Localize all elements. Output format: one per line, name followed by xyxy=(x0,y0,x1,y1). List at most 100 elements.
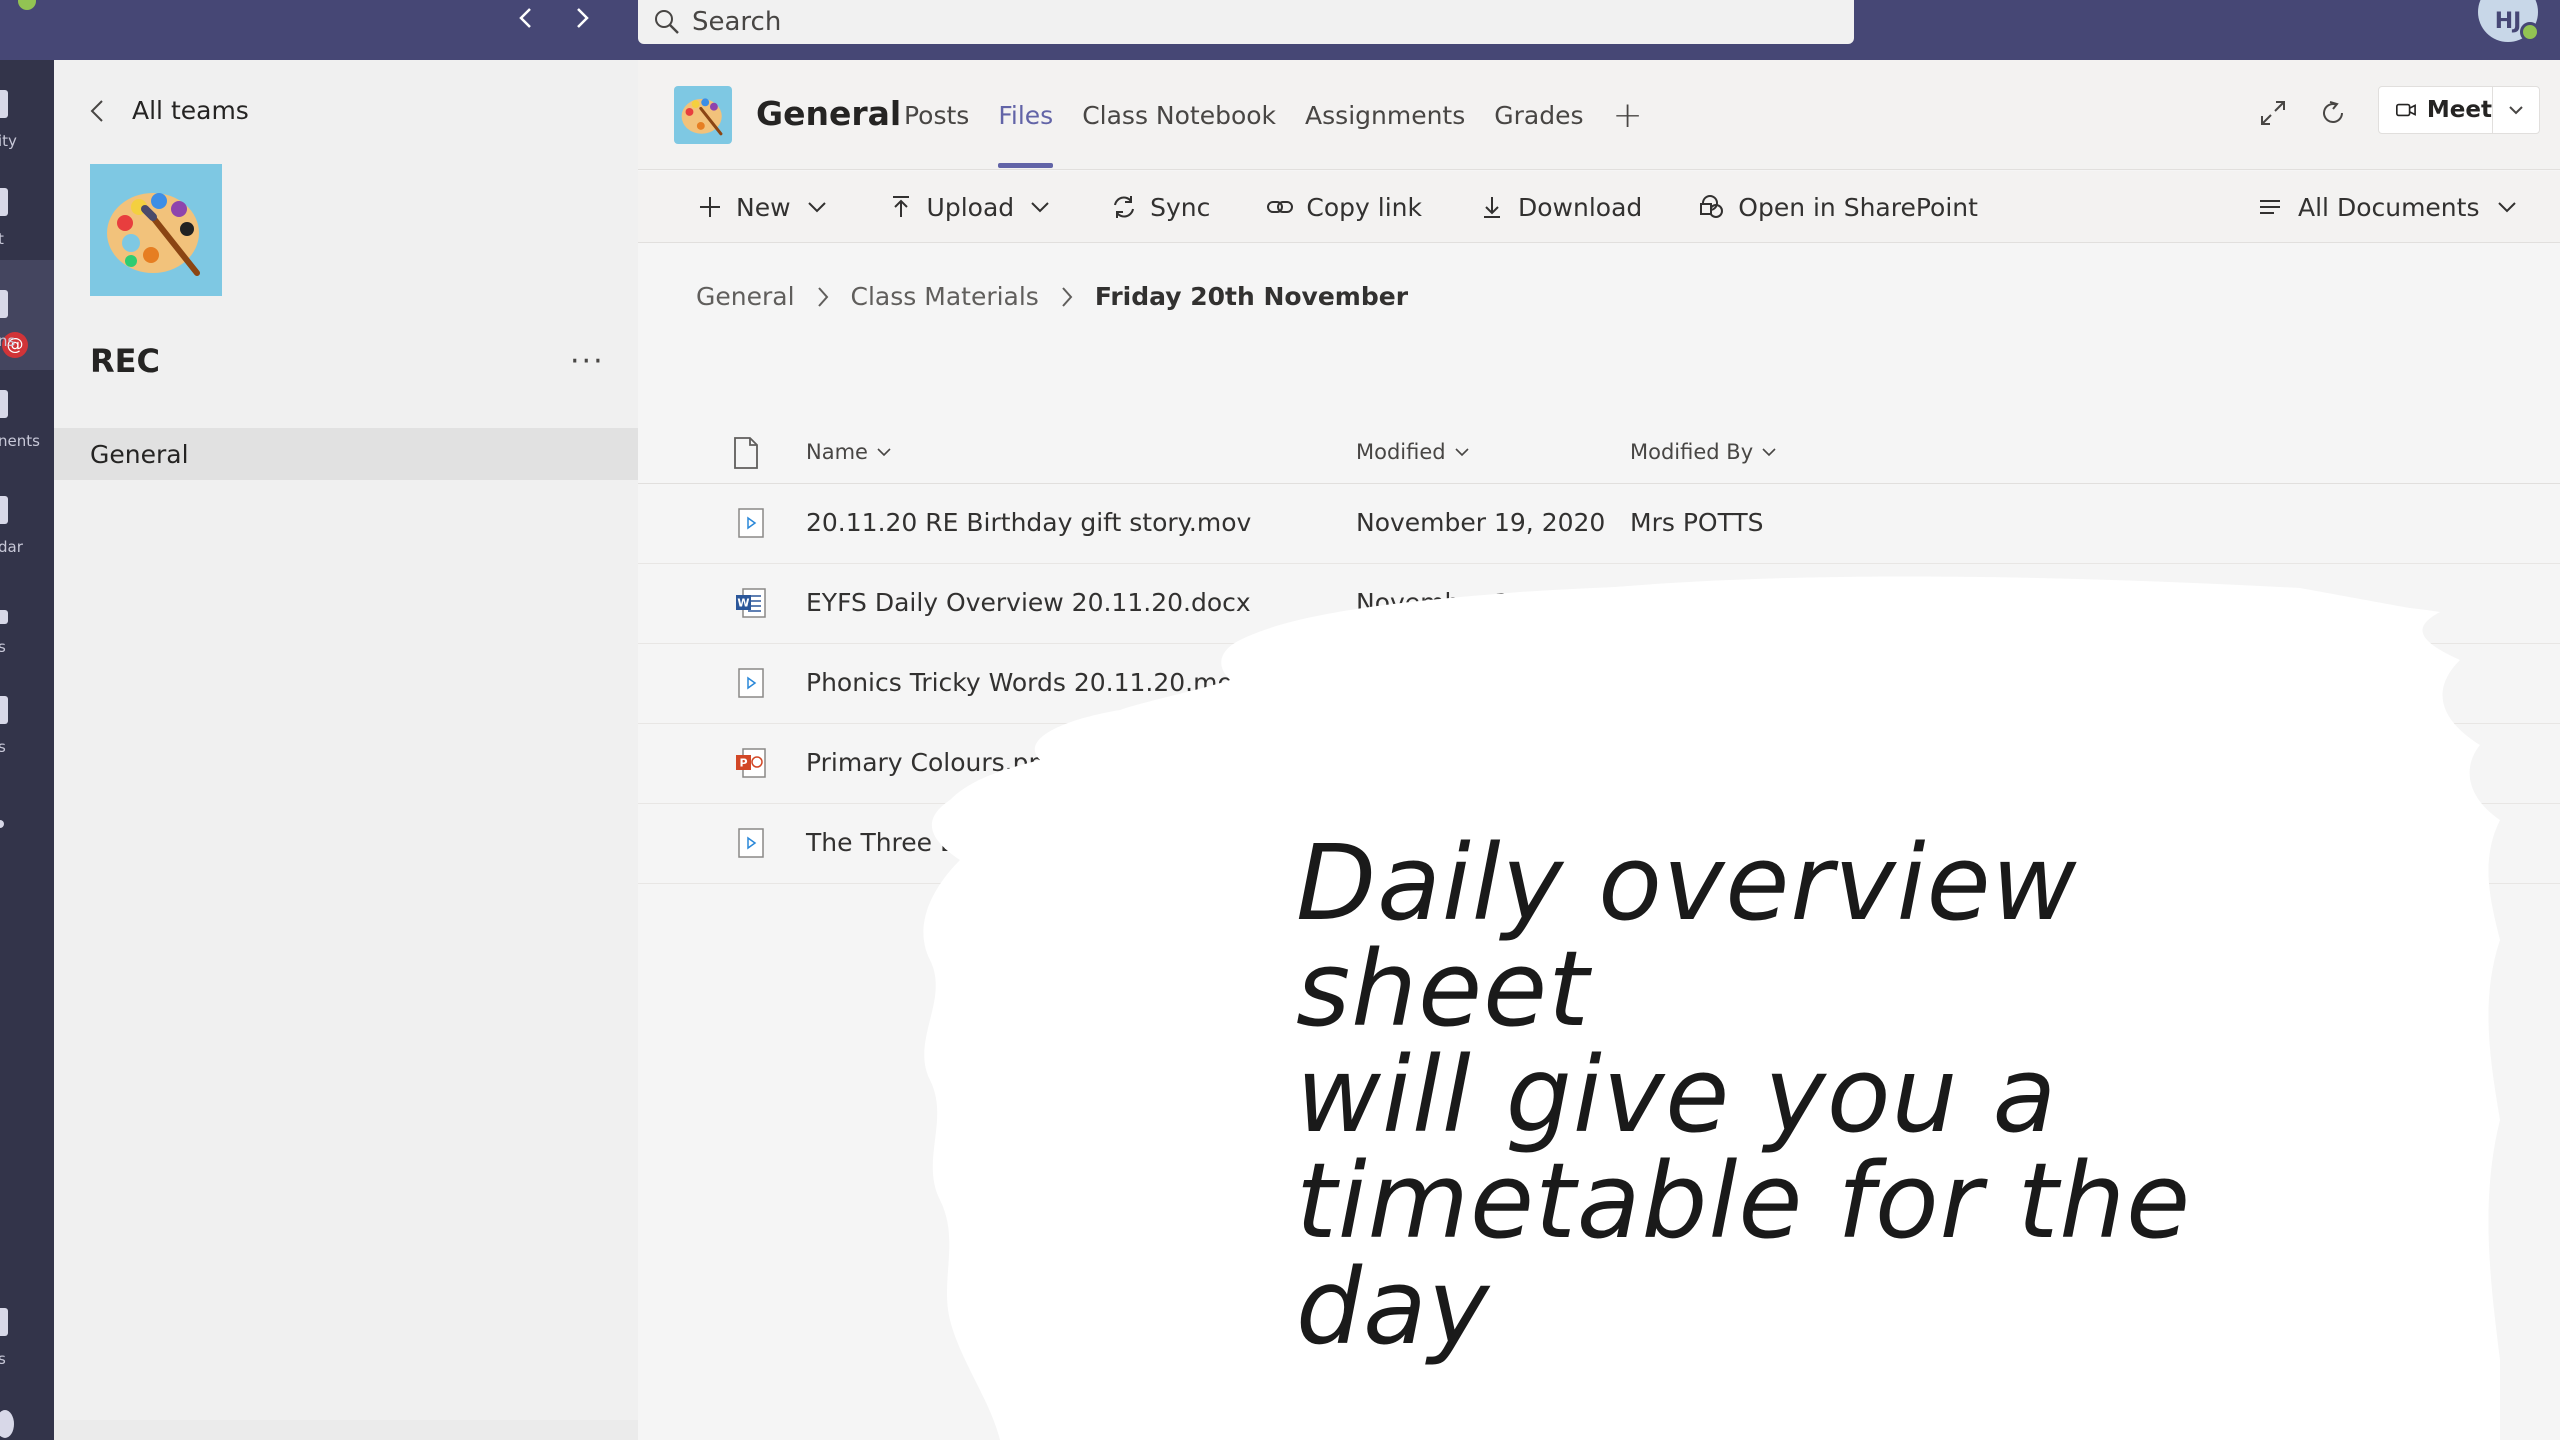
chevron-down-icon xyxy=(2509,106,2523,115)
rail-label: ns xyxy=(0,332,16,350)
calls-icon xyxy=(0,610,8,624)
view-selector[interactable]: All Documents xyxy=(2256,171,2521,243)
chevron-down-icon xyxy=(1031,202,1049,213)
chevron-down-icon xyxy=(1762,448,1776,457)
palette-icon xyxy=(107,193,200,276)
channel-item-general[interactable]: General xyxy=(54,428,638,480)
channel-title: General xyxy=(756,94,902,133)
rail-label: t xyxy=(0,230,4,248)
column-header-modified[interactable]: Modified xyxy=(1356,440,1472,464)
sync-icon xyxy=(1114,196,1135,218)
add-tab-icon[interactable]: + xyxy=(1613,95,1643,136)
breadcrumb-item-class-materials[interactable]: Class Materials xyxy=(851,282,1039,311)
header-actions xyxy=(2256,96,2350,130)
copy-link-label: Copy link xyxy=(1306,192,1422,222)
forward-arrow-icon[interactable] xyxy=(566,2,598,34)
column-modified-by-label: Modified By xyxy=(1630,440,1754,464)
title-bar: HJ xyxy=(0,0,2560,60)
chevron-down-icon xyxy=(877,448,891,457)
view-label: All Documents xyxy=(2298,192,2480,222)
column-name-label: Name xyxy=(806,440,868,464)
tab-posts[interactable]: Posts xyxy=(904,60,969,170)
chevron-left-icon xyxy=(90,99,103,122)
refresh-icon[interactable] xyxy=(2316,96,2350,130)
teams-window: HJ ity t @ ns nents dar s xyxy=(0,0,2560,1440)
meet-now-button[interactable]: Meet xyxy=(2379,87,2493,133)
help-icon xyxy=(0,1410,14,1438)
chevron-down-icon xyxy=(1455,448,1469,457)
chat-icon xyxy=(0,188,8,216)
download-label: Download xyxy=(1517,192,1643,222)
rail-label: s xyxy=(0,738,6,756)
column-header-modified-by[interactable]: Modified By xyxy=(1630,440,1779,464)
sync-label: Sync xyxy=(1150,192,1211,222)
tab-grades[interactable]: Grades xyxy=(1494,60,1583,170)
column-header-name[interactable]: Name xyxy=(806,440,894,464)
back-arrow-icon[interactable] xyxy=(510,2,542,34)
channel-header: General Posts Files Class Notebook Assig… xyxy=(638,60,2560,170)
video-camera-icon xyxy=(2396,103,2416,117)
channel-logo xyxy=(674,86,732,144)
file-type-icon xyxy=(734,437,758,469)
file-modified: N xyxy=(1356,748,1375,777)
files-toolbar: New Upload Sync Copy link Download Open … xyxy=(638,171,2560,243)
file-name[interactable]: The Three Little Pigs.mp4 xyxy=(806,828,1125,857)
file-name[interactable]: 20.11.20 RE Birthday gift story.mov xyxy=(806,508,1251,537)
link-icon xyxy=(1267,201,1294,213)
file-list-header: Name Modified Modified By xyxy=(638,420,2560,484)
breadcrumb: General Class Materials Friday 20th Nove… xyxy=(696,282,1408,311)
download-icon xyxy=(1483,197,1500,218)
overlay-caption: Daily overview sheet will give you a tim… xyxy=(1296,830,2396,1360)
tab-files[interactable]: Files xyxy=(998,60,1053,170)
file-name[interactable]: Primary Colours.pptx xyxy=(806,748,1069,777)
search-input[interactable] xyxy=(692,7,1792,37)
history-nav xyxy=(510,0,598,36)
sharepoint-icon xyxy=(1700,195,1724,218)
new-button[interactable]: New xyxy=(696,193,831,222)
upload-button[interactable]: Upload xyxy=(887,193,1055,222)
file-modified: November 19, 2020 xyxy=(1356,508,1606,537)
table-row[interactable]: 20.11.20 RE Birthday gift story.mov Nove… xyxy=(638,484,2560,564)
file-name[interactable]: Phonics Tricky Words 20.11.20.mov xyxy=(806,668,1248,697)
chevron-down-icon xyxy=(2498,202,2517,213)
open-in-sharepoint-button[interactable]: Open in SharePoint xyxy=(1698,193,1978,222)
table-row[interactable]: P Primary Colours.pptx N xyxy=(638,724,2560,804)
table-row[interactable]: Phonics Tricky Words 20.11.20.mov N xyxy=(638,644,2560,724)
panel-footer xyxy=(54,1420,638,1440)
caption-line-2: will give you a xyxy=(1296,1034,2058,1156)
team-panel: All teams REC ··· General xyxy=(54,60,638,1440)
rail-label: nents xyxy=(0,432,40,450)
search-box[interactable] xyxy=(638,0,1854,44)
sync-button[interactable]: Sync xyxy=(1110,193,1210,222)
all-teams-link[interactable]: All teams xyxy=(86,96,249,125)
upload-label: Upload xyxy=(926,192,1015,222)
sharepoint-label: Open in SharePoint xyxy=(1738,192,1978,222)
breadcrumb-separator xyxy=(813,284,833,310)
tab-class-notebook[interactable]: Class Notebook xyxy=(1082,60,1276,170)
copy-link-button[interactable]: Copy link xyxy=(1266,193,1422,222)
apps-icon xyxy=(0,1308,8,1336)
word-file-icon: W xyxy=(736,588,766,618)
list-view-icon xyxy=(2260,200,2280,214)
download-button[interactable]: Download xyxy=(1478,193,1642,222)
powerpoint-file-icon: P xyxy=(736,748,766,778)
breadcrumb-item-general[interactable]: General xyxy=(696,282,795,311)
expand-icon[interactable] xyxy=(2256,96,2290,130)
caption-line-3: timetable for the day xyxy=(1296,1140,2192,1368)
svg-text:P: P xyxy=(739,757,747,770)
tab-assignments[interactable]: Assignments xyxy=(1305,60,1465,170)
meet-label: Meet xyxy=(2426,97,2492,123)
meet-dropdown[interactable] xyxy=(2493,87,2539,133)
palette-icon xyxy=(681,98,723,136)
table-row[interactable]: W EYFS Daily Overview 20.11.20.docx Nove… xyxy=(638,564,2560,644)
breadcrumb-separator xyxy=(1057,284,1077,310)
new-label: New xyxy=(736,192,791,222)
plus-icon xyxy=(700,197,720,217)
rail-label: dar xyxy=(0,538,23,556)
file-modified-by: Mrs POTTS xyxy=(1630,508,1764,537)
more-options-icon[interactable]: ··· xyxy=(570,344,605,379)
file-name[interactable]: EYFS Daily Overview 20.11.20.docx xyxy=(806,588,1251,617)
toolbar-actions: New Upload Sync Copy link Download Open … xyxy=(696,171,2034,243)
teams-icon xyxy=(0,290,8,318)
activity-icon xyxy=(0,90,8,118)
